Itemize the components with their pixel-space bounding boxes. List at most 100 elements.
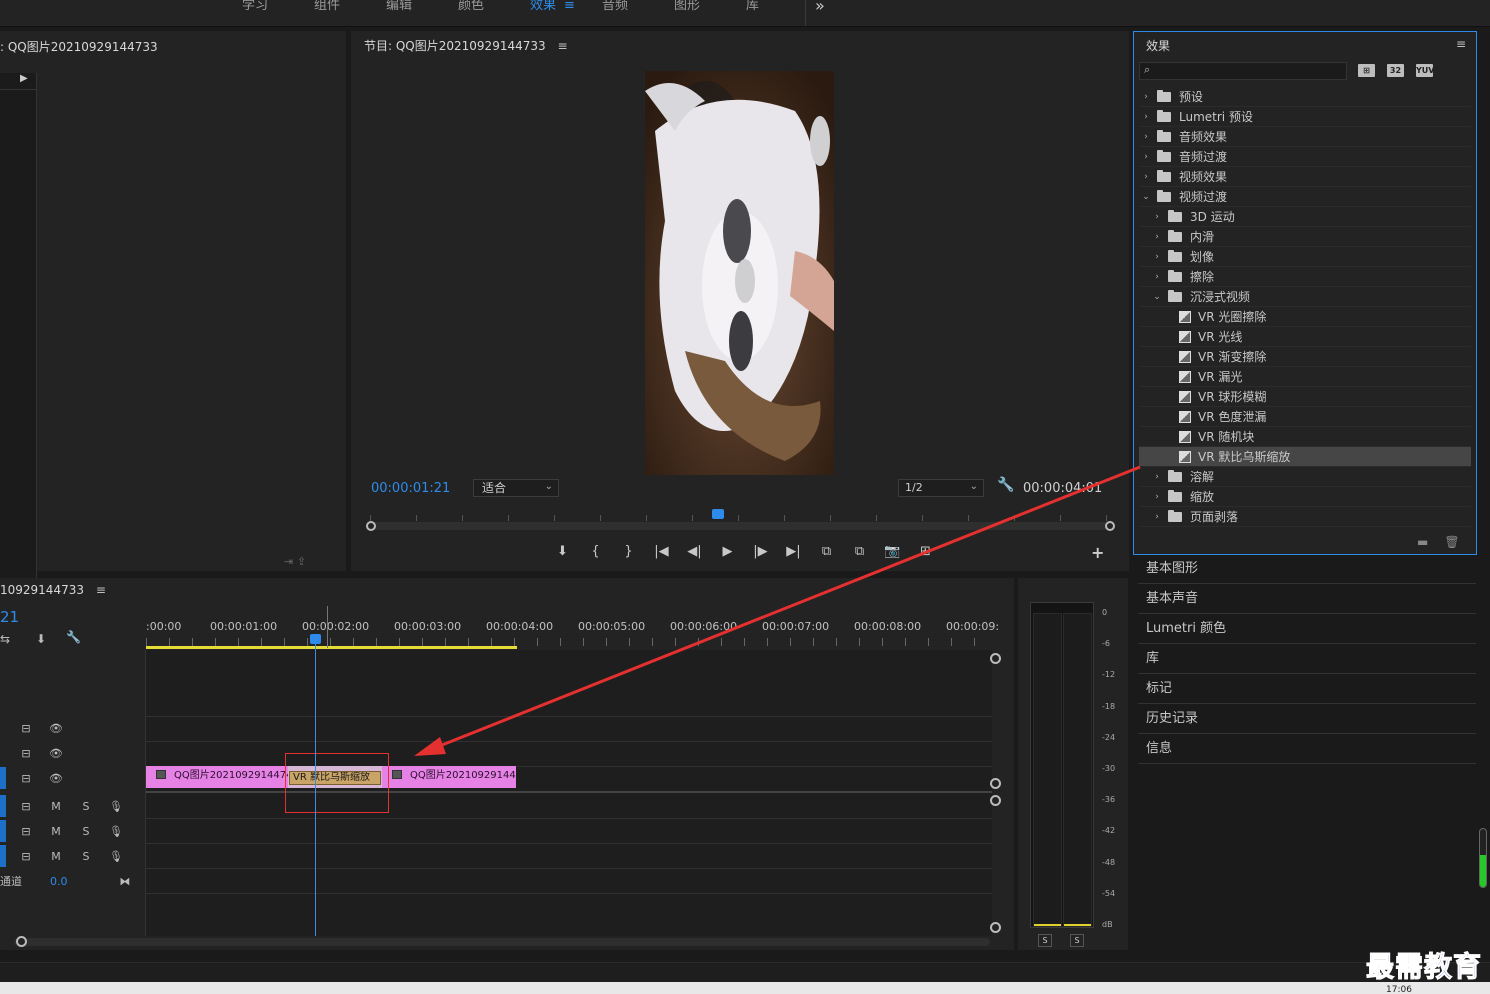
settings-wrench-icon[interactable]: 🔧 (997, 477, 1014, 493)
chevron-right-icon[interactable]: › (1150, 212, 1164, 222)
v-scroll-bottom-handle[interactable] (990, 778, 1001, 789)
add-marker-icon[interactable]: ⬇ (546, 541, 579, 563)
chevron-right-icon[interactable]: › (1150, 232, 1164, 242)
effects-tree-item[interactable]: VR 球形模糊 (1139, 387, 1471, 407)
chevron-down-icon[interactable]: ⌄ (1139, 192, 1153, 202)
effects-tree-item[interactable]: VR 光线 (1139, 327, 1471, 347)
effects-tree-item[interactable]: › 3D 运动 (1139, 207, 1471, 227)
step-back-icon[interactable]: ◀| (678, 541, 711, 563)
effects-search-input[interactable]: ⌕ (1139, 62, 1347, 80)
timeline-timecode[interactable]: 21 (0, 608, 19, 626)
mute-button[interactable]: M (46, 825, 66, 838)
step-forward-icon[interactable]: |▶ (744, 541, 777, 563)
toggle-sync-icon[interactable]: ⊟ (16, 747, 36, 760)
effects-tree-item[interactable]: › 溶解 (1139, 467, 1471, 487)
32bit-effects-icon[interactable]: 32 (1387, 64, 1404, 77)
chevron-right-icon[interactable]: › (1139, 132, 1153, 142)
tab-libraries[interactable]: 库 (734, 0, 806, 26)
side-panel-tab[interactable]: 基本图形 (1138, 556, 1476, 584)
effects-tree-item[interactable]: › 划像 (1139, 247, 1471, 267)
side-panel-tab[interactable]: 标记 (1138, 676, 1476, 704)
a-scroll-bottom-handle[interactable] (990, 922, 1001, 933)
eye-icon[interactable]: 👁 (46, 747, 66, 760)
h-scroll-handle[interactable] (16, 936, 27, 947)
chevron-right-icon[interactable]: › (1139, 172, 1153, 182)
timeline-settings-icon[interactable]: 🔧 (66, 630, 81, 644)
side-panel-tab[interactable]: Lumetri 颜色 (1138, 616, 1476, 644)
effects-tree-item[interactable]: › 页面剥落 (1139, 507, 1471, 527)
program-playhead-marker[interactable] (712, 509, 724, 519)
effects-tree-item[interactable]: VR 漏光 (1139, 367, 1471, 387)
effects-tree-item[interactable]: › 音频过渡 (1139, 147, 1471, 167)
mark-in-icon[interactable]: { (579, 541, 612, 563)
timeline-h-scrollbar[interactable] (14, 938, 990, 946)
chevron-right-icon[interactable]: › (1150, 252, 1164, 262)
play-icon[interactable]: ▶ (711, 541, 744, 563)
yuv-effects-icon[interactable]: YUV (1416, 64, 1434, 77)
program-scrubber[interactable] (366, 509, 1115, 531)
delete-icon[interactable]: 🗑 (1444, 535, 1459, 549)
side-panel-tab[interactable]: 库 (1138, 646, 1476, 674)
clip-a[interactable]: QQ图片20210929144741. (146, 766, 288, 788)
solo-left-button[interactable]: S (1038, 934, 1052, 947)
panel-menu-icon[interactable]: ≡ (96, 583, 106, 597)
a-scroll-top-handle[interactable] (990, 795, 1001, 806)
chevron-right-icon[interactable]: › (1150, 512, 1164, 522)
zoom-fit-select[interactable]: 适合 ⌄ (473, 479, 559, 497)
mic-icon[interactable]: 🎙 (106, 825, 126, 838)
tab-color[interactable]: 颜色 (446, 0, 518, 26)
new-bin-icon[interactable]: ▬ (1417, 535, 1428, 549)
resolution-select[interactable]: 1/2 ⌄ (898, 479, 984, 497)
effects-tree-item[interactable]: › 音频效果 (1139, 127, 1471, 147)
effects-tree-item[interactable]: ⌄ 沉浸式视频 (1139, 287, 1471, 307)
track-target[interactable] (0, 820, 6, 842)
scrub-track[interactable] (372, 522, 1108, 530)
toggle-sync-icon[interactable]: ⊟ (16, 772, 36, 785)
effects-tree-item[interactable]: › 视频效果 (1139, 167, 1471, 187)
tab-editing[interactable]: 编辑 (374, 0, 446, 26)
eye-icon[interactable]: 👁 (46, 772, 66, 785)
tab-assembly[interactable]: 组件 (302, 0, 374, 26)
lift-icon[interactable]: ⧉ (810, 541, 843, 563)
go-to-in-icon[interactable]: |◀ (645, 541, 678, 563)
work-area-bar[interactable] (146, 646, 517, 649)
scrub-end-handle[interactable] (1105, 521, 1115, 531)
mark-out-icon[interactable]: } (612, 541, 645, 563)
extract-icon[interactable]: ⧉ (843, 541, 876, 563)
effects-tree-item[interactable]: VR 渐变擦除 (1139, 347, 1471, 367)
effects-tree-item[interactable]: VR 色度泄漏 (1139, 407, 1471, 427)
effects-tree-item[interactable]: › 缩放 (1139, 487, 1471, 507)
effects-tree-item[interactable]: VR 默比乌斯缩放 (1139, 447, 1471, 467)
tab-graphics[interactable]: 图形 (662, 0, 734, 26)
chevron-right-icon[interactable]: › (1150, 492, 1164, 502)
effects-tree-item[interactable]: › 预设 (1139, 87, 1471, 107)
toggle-sync-icon[interactable]: ⊟ (16, 722, 36, 735)
snap-icon[interactable]: ⇆ (0, 632, 10, 646)
clip-b[interactable]: QQ图片2021092914473 (382, 766, 516, 788)
scrub-start-handle[interactable] (366, 521, 376, 531)
chevron-right-icon[interactable]: › (1139, 152, 1153, 162)
export-frame-icon[interactable]: 📷 (876, 541, 909, 563)
effects-tree-item[interactable]: VR 光圈擦除 (1139, 307, 1471, 327)
add-button-icon[interactable]: + (1091, 543, 1104, 562)
toggle-sync-icon[interactable]: ⊟ (16, 800, 36, 813)
v-scroll-top-handle[interactable] (990, 653, 1001, 664)
effects-tree-item[interactable]: › 擦除 (1139, 267, 1471, 287)
expand-arrow-icon[interactable]: ▶ (20, 73, 28, 84)
accelerated-effects-icon[interactable]: ⊞ (1358, 64, 1375, 77)
time-ruler[interactable]: :00:00 00:00:01:00 00:00:02:00 00:00:03:00 0… (146, 616, 999, 648)
solo-right-button[interactable]: S (1070, 934, 1084, 947)
side-panel-tab[interactable]: 历史记录 (1138, 706, 1476, 734)
toggle-sync-icon[interactable]: ⊟ (16, 850, 36, 863)
master-volume-value[interactable]: 0.0 (50, 875, 68, 888)
mic-icon[interactable]: 🎙 (106, 800, 126, 813)
go-to-out-icon[interactable]: ▶| (777, 541, 810, 563)
track-target[interactable] (0, 767, 6, 789)
toggle-sync-icon[interactable]: ⊟ (16, 825, 36, 838)
chevron-right-icon[interactable]: › (1139, 92, 1153, 102)
timeline-playhead-line[interactable] (315, 638, 316, 936)
tab-menu-icon[interactable]: ≡ (564, 0, 575, 13)
panel-menu-icon[interactable]: ≡ (557, 39, 567, 53)
track-target[interactable] (0, 795, 6, 817)
chevron-right-icon[interactable]: › (1139, 112, 1153, 122)
